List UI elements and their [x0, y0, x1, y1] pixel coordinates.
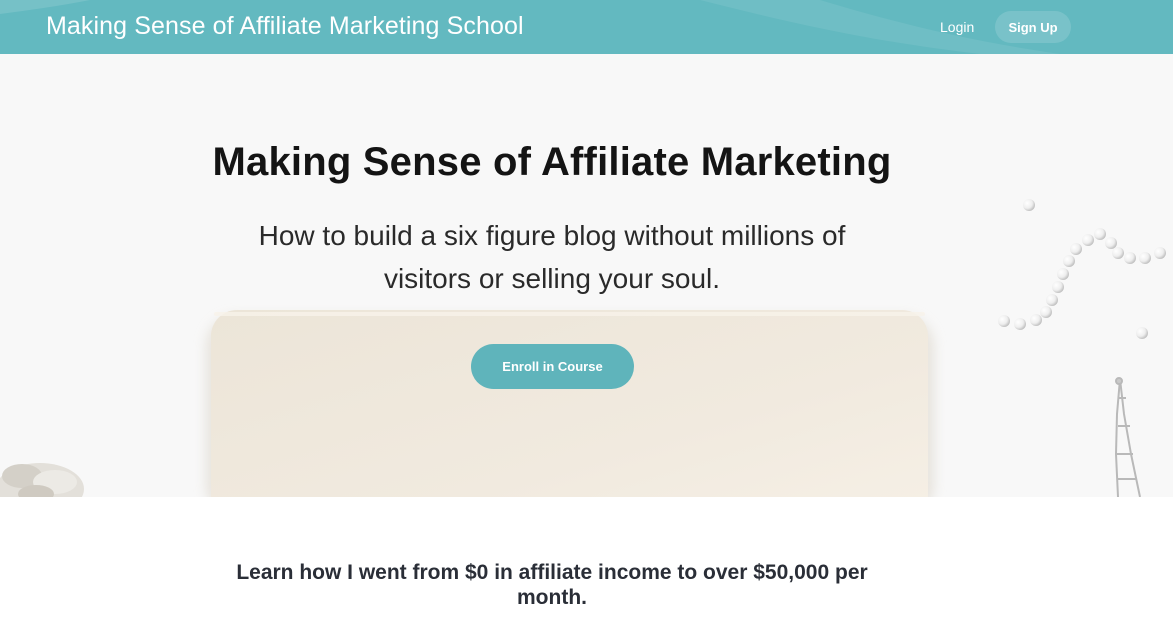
pearl-necklace-image — [998, 199, 1166, 339]
intro-statement: Learn how I went from $0 in affiliate in… — [236, 561, 868, 609]
hero-subtitle: How to build a six figure blog without m… — [258, 220, 846, 294]
flower-image — [0, 463, 84, 497]
enroll-in-course-button[interactable]: Enroll in Course — [471, 344, 634, 389]
top-nav-bar: Making Sense of Affiliate Marketing Scho… — [0, 0, 1173, 54]
school-brand-link[interactable]: Making Sense of Affiliate Marketing Scho… — [46, 12, 524, 41]
hero-title: Making Sense of Affiliate Marketing — [212, 140, 892, 184]
login-link[interactable]: Login — [940, 19, 974, 35]
hero-section: Making Sense of Affiliate Marketing How … — [0, 54, 1173, 497]
eiffel-tower-image — [1114, 377, 1141, 497]
intro-section: Learn how I went from $0 in affiliate in… — [0, 497, 1173, 624]
laptop-image — [206, 310, 934, 497]
sign-up-button[interactable]: Sign Up — [995, 11, 1071, 43]
